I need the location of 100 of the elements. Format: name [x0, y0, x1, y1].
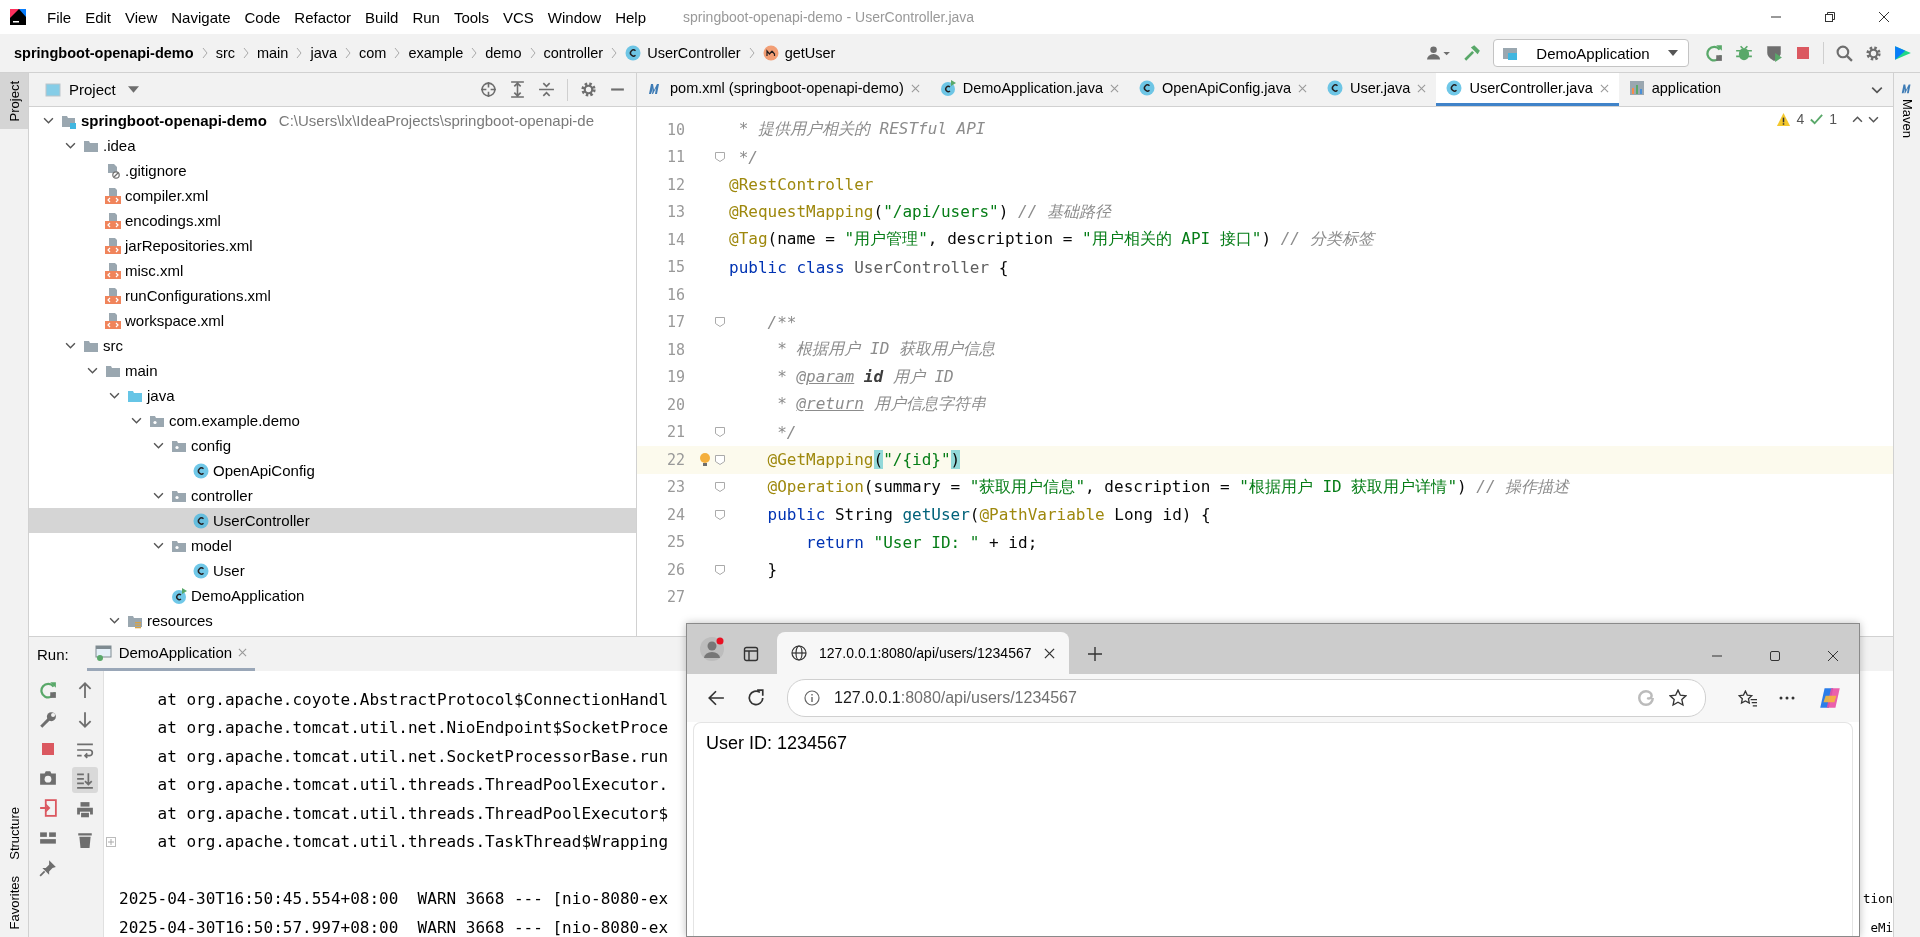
breadcrumb-item[interactable]: src [215, 45, 235, 61]
close-icon[interactable] [1878, 11, 1890, 23]
tree-item[interactable]: runConfigurations.xml [29, 283, 636, 308]
tree-item[interactable]: springboot-openapi-demo C:\Users\lx\IdeaProjects\springboot-openapi-de [29, 108, 636, 133]
close-icon[interactable] [1827, 650, 1839, 662]
pin-icon[interactable] [38, 859, 57, 877]
breadcrumb-item[interactable]: main [256, 45, 289, 61]
tree-item[interactable]: misc.xml [29, 258, 636, 283]
layout-icon[interactable] [38, 829, 57, 847]
expand-all-icon[interactable] [509, 81, 526, 98]
hammer-icon[interactable] [1463, 44, 1481, 62]
camera-icon[interactable] [38, 769, 57, 787]
breadcrumb-item[interactable]: demo [485, 45, 522, 61]
toolbox-icon[interactable] [1894, 44, 1912, 62]
tree-item[interactable]: java [29, 383, 636, 408]
maximize-icon[interactable] [1769, 650, 1781, 662]
tool-window-tab[interactable]: Project [0, 73, 28, 130]
back-icon[interactable] [707, 689, 725, 707]
chevron-down-icon[interactable] [42, 115, 54, 126]
tree-item[interactable]: jarRepositories.xml [29, 233, 636, 258]
run-configuration-dropdown[interactable]: DemoApplication [1493, 39, 1689, 67]
settings-icon[interactable] [580, 81, 597, 98]
chevron-down-icon[interactable] [64, 140, 76, 151]
breadcrumb-item[interactable]: java [310, 45, 337, 61]
chevron-up-icon[interactable] [1852, 113, 1863, 125]
tree-item[interactable]: .gitignore [29, 158, 636, 183]
editor-tab[interactable]: application [1618, 73, 1732, 106]
login-icon[interactable] [38, 799, 57, 817]
trash-icon[interactable] [75, 831, 94, 849]
chevron-down-icon[interactable] [86, 365, 98, 376]
wrench-icon[interactable] [38, 711, 57, 729]
breadcrumb-item[interactable]: springboot-openapi-demo [14, 45, 194, 61]
fold-marker-icon[interactable] [715, 427, 725, 438]
tree-item[interactable]: src [29, 333, 636, 358]
collapse-all-icon[interactable] [538, 81, 555, 98]
menu-item[interactable]: VCS [495, 8, 541, 26]
fold-marker-icon[interactable] [715, 482, 725, 493]
editor-tab[interactable]: pom.xml (springboot-openapi-demo) [637, 73, 930, 106]
address-bar[interactable]: 127.0.0.1:8080/api/users/1234567 [787, 679, 1706, 717]
fold-marker-icon[interactable] [715, 454, 725, 465]
tree-item[interactable]: main [29, 358, 636, 383]
light-bulb-icon[interactable] [699, 451, 711, 468]
editor-tab[interactable]: User.java [1316, 73, 1437, 106]
user-icon[interactable] [1427, 45, 1451, 61]
soft-wrap-icon[interactable] [75, 741, 94, 759]
settings-icon[interactable] [1865, 44, 1882, 62]
run-tab[interactable]: DemoApplication [86, 637, 256, 671]
tool-window-tab[interactable]: Structure [0, 798, 28, 868]
tree-item[interactable]: encodings.xml [29, 208, 636, 233]
tree-item[interactable]: .idea [29, 133, 636, 158]
tree-item[interactable]: workspace.xml [29, 308, 636, 333]
fold-marker-icon[interactable] [715, 152, 725, 163]
editor-tab[interactable]: UserController.java [1436, 73, 1619, 106]
editor-tab[interactable]: OpenApiConfig.java [1129, 73, 1317, 106]
chevron-down-icon[interactable] [64, 340, 76, 351]
stop-icon[interactable] [1795, 45, 1811, 61]
tree-item[interactable]: resources [29, 608, 636, 633]
menu-item[interactable]: File [40, 8, 79, 26]
rerun-icon[interactable] [38, 681, 57, 699]
chevron-down-icon[interactable] [152, 440, 164, 451]
more-icon[interactable] [1779, 696, 1795, 700]
favorites-icon[interactable] [1738, 689, 1757, 707]
new-tab-icon[interactable] [1086, 646, 1103, 662]
star-icon[interactable] [1669, 689, 1687, 707]
menu-item[interactable]: Navigate [164, 8, 238, 26]
breadcrumb-item[interactable]: example [408, 45, 464, 61]
tree-item[interactable]: User [29, 558, 636, 583]
chevron-down-icon[interactable] [152, 540, 164, 551]
fold-marker-icon[interactable] [715, 509, 725, 520]
fold-marker-icon[interactable] [715, 317, 725, 328]
project-view-selector[interactable]: Project [69, 81, 116, 98]
crosshair-icon[interactable] [480, 81, 497, 98]
menu-item[interactable]: View [118, 8, 165, 26]
chevron-down-icon[interactable] [108, 390, 120, 401]
browser-tab[interactable]: 127.0.0.1:8080/api/users/1234567 [777, 632, 1069, 674]
tab-actions-icon[interactable] [743, 646, 759, 662]
caret-icon[interactable] [127, 86, 139, 93]
copilot-icon[interactable] [1817, 685, 1843, 711]
tree-item[interactable]: controller [29, 483, 636, 508]
menu-item[interactable]: Edit [78, 8, 119, 26]
menu-item[interactable]: Help [608, 8, 654, 26]
breadcrumb-item[interactable]: controller [543, 45, 604, 61]
rerun-icon[interactable] [1705, 44, 1723, 62]
fold-marker-icon[interactable] [715, 564, 725, 575]
editor-tab[interactable]: DemoApplication.java [929, 73, 1129, 106]
profile-avatar-icon[interactable] [699, 636, 725, 662]
tree-item[interactable]: DemoApplication [29, 583, 636, 608]
menu-item[interactable]: Window [540, 8, 609, 26]
chevron-down-icon[interactable] [152, 490, 164, 501]
tree-item[interactable]: compiler.xml [29, 183, 636, 208]
menu-item[interactable]: Run [405, 8, 447, 26]
tool-window-tab[interactable]: Maven [1894, 73, 1920, 147]
fold-marker-icon[interactable] [106, 836, 116, 847]
breadcrumb-item[interactable]: getUser [784, 45, 836, 61]
tree-item[interactable]: UserController [29, 508, 636, 533]
close-icon[interactable] [1043, 647, 1055, 659]
stop-icon[interactable] [39, 741, 56, 757]
menu-item[interactable]: Code [237, 8, 288, 26]
chevron-down-icon[interactable] [108, 615, 120, 626]
tree-item[interactable]: model [29, 533, 636, 558]
